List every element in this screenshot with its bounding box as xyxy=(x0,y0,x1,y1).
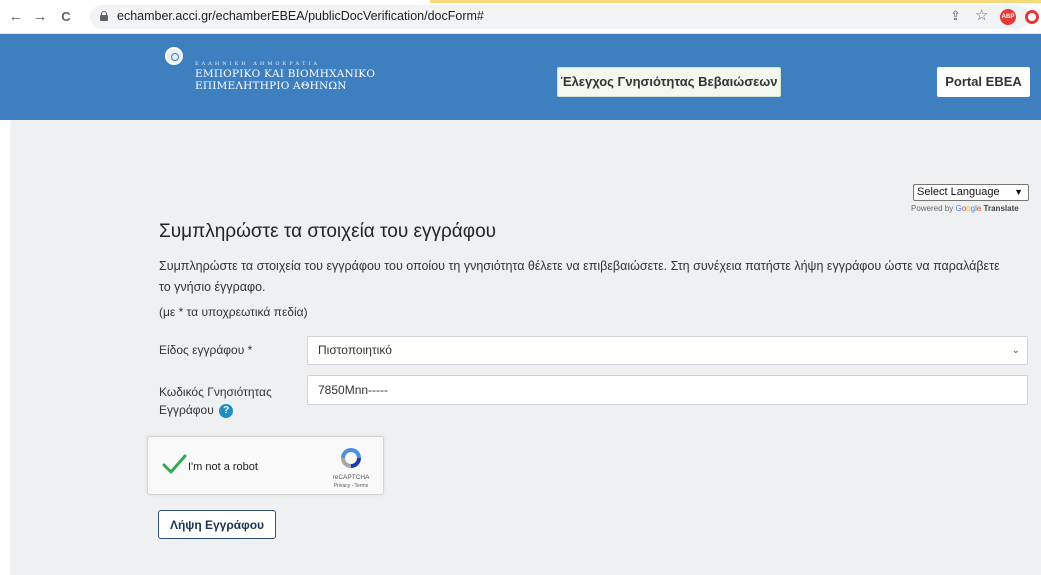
site-header xyxy=(0,34,1041,120)
share-icon[interactable]: ⇪ xyxy=(950,8,961,24)
adblock-extension-icon[interactable]: ABP xyxy=(1000,9,1016,25)
code-label-text: Κωδικός Γνησιότητας Εγγράφου xyxy=(159,385,272,417)
forward-icon[interactable]: → xyxy=(32,9,48,25)
code-label: Κωδικός Γνησιότητας Εγγράφου ? xyxy=(159,383,299,419)
google-logo: Google xyxy=(955,204,982,213)
tab-strip xyxy=(430,0,1041,3)
logo-line-1: ΕΜΠΟΡΙΚΟ ΚΑΙ ΒΙΟΜΗΧΑΝΙΚΟ xyxy=(195,68,376,80)
lock-icon xyxy=(100,11,108,21)
doc-type-label: Είδος εγγράφου * xyxy=(159,343,253,357)
recaptcha-terms-link[interactable]: Privacy - Terms xyxy=(323,483,379,489)
translate-link[interactable]: Translate xyxy=(984,204,1019,213)
url-text[interactable]: echamber.acci.gr/echamberEBEA/publicDocV… xyxy=(117,9,484,23)
reload-icon[interactable]: C xyxy=(58,9,74,25)
required-fields-note: (με * τα υποχρεωτικά πεδία) xyxy=(159,305,308,319)
form-description: Συμπληρώστε τα στοιχεία του εγγράφου του… xyxy=(159,259,1000,294)
logo-line-2: ΕΠΙΜΕΛΗΤΗΡΙΟ ΑΘΗΝΩΝ xyxy=(195,80,347,92)
recaptcha-label: I'm not a robot xyxy=(188,461,258,473)
doc-type-value: Πιστοποιητικό xyxy=(318,343,392,357)
authenticity-code-input[interactable] xyxy=(307,375,1028,405)
portal-nav-button[interactable]: Portal ΕΒΕΑ xyxy=(937,67,1030,97)
address-bar[interactable]: echamber.acci.gr/echamberEBEA/publicDocV… xyxy=(90,5,1039,29)
page-title: Συμπληρώστε τα στοιχεία του εγγράφου xyxy=(159,221,497,242)
verification-nav-button[interactable]: Έλεγχος Γνησιότητας Βεβαιώσεων xyxy=(557,67,781,97)
help-icon[interactable]: ? xyxy=(219,403,234,418)
chamber-emblem-icon[interactable] xyxy=(165,47,183,65)
star-icon[interactable]: ☆ xyxy=(975,6,988,24)
language-select-label: Select Language xyxy=(917,186,1000,198)
recaptcha-brand: reCAPTCHA xyxy=(332,474,370,481)
chevron-down-icon: ⌄ xyxy=(1011,345,1020,356)
google-translate-credit: Powered by Google Translate xyxy=(911,204,1019,213)
recaptcha-logo-icon xyxy=(341,448,361,468)
checkmark-icon[interactable] xyxy=(161,451,187,477)
language-select[interactable]: Select Language ▼ xyxy=(913,184,1029,201)
back-icon[interactable]: ← xyxy=(8,9,24,25)
opera-extension-icon[interactable] xyxy=(1025,10,1039,24)
browser-toolbar: ← → C echamber.acci.gr/echamberEBEA/publ… xyxy=(0,0,1041,34)
logo-subtitle: ΕΛΛΗΝΙΚΗ ΔΗΜΟΚΡΑΤΙΑ xyxy=(195,61,321,67)
doc-type-select[interactable]: Πιστοποιητικό ⌄ xyxy=(307,336,1028,365)
chevron-down-icon: ▼ xyxy=(1014,187,1023,197)
powered-by-text: Powered by xyxy=(911,204,954,213)
recaptcha-widget[interactable]: I'm not a robot reCAPTCHA Privacy - Term… xyxy=(147,436,384,495)
download-document-button[interactable]: Λήψη Εγγράφου xyxy=(158,510,276,539)
